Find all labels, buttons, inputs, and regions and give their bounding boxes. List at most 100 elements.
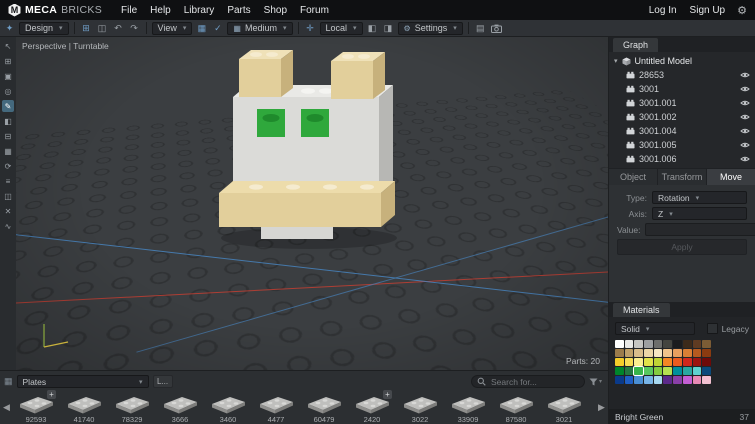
- login-link[interactable]: Log In: [649, 5, 677, 16]
- copy-icon[interactable]: ◧: [366, 22, 379, 35]
- type-dropdown[interactable]: Rotation: [652, 191, 747, 204]
- visibility-eye-icon[interactable]: [740, 155, 750, 163]
- mecabricks-logo[interactable]: M MECA BRICKS: [8, 3, 102, 17]
- part-card[interactable]: + 60479: [300, 390, 348, 424]
- part-card[interactable]: + 87580: [492, 390, 540, 424]
- color-swatch[interactable]: [624, 358, 634, 366]
- color-swatch[interactable]: [653, 349, 663, 357]
- color-swatch[interactable]: [615, 349, 624, 357]
- color-swatch[interactable]: [663, 349, 673, 357]
- tree-item-row[interactable]: 3001: [609, 82, 755, 96]
- color-swatch[interactable]: [634, 349, 644, 357]
- add-brick-icon[interactable]: ⊞: [80, 22, 93, 35]
- value-input[interactable]: [645, 223, 755, 236]
- color-swatch[interactable]: [702, 376, 711, 384]
- color-swatch[interactable]: [644, 376, 653, 384]
- parts-search-input[interactable]: [488, 375, 579, 388]
- part-card[interactable]: + 78329: [108, 390, 156, 424]
- color-swatch[interactable]: [653, 376, 663, 384]
- add-part-tool-icon[interactable]: ⊞: [2, 55, 14, 67]
- color-swatch[interactable]: [653, 340, 663, 348]
- visibility-eye-icon[interactable]: [740, 141, 750, 149]
- tab-transform[interactable]: Transform: [658, 169, 706, 185]
- panel-layout-icon[interactable]: ▤: [474, 22, 487, 35]
- settings-dropdown[interactable]: ⚙ Settings: [397, 21, 463, 35]
- color-swatch[interactable]: [692, 349, 702, 357]
- color-swatch[interactable]: [624, 349, 634, 357]
- account-gear-icon[interactable]: ⚙: [737, 4, 747, 17]
- tab-move[interactable]: Move: [707, 169, 755, 185]
- select-tool-icon[interactable]: ↖: [2, 40, 14, 52]
- color-swatch[interactable]: [644, 358, 653, 366]
- add-variant-icon[interactable]: +: [383, 390, 392, 399]
- color-swatch[interactable]: [702, 349, 711, 357]
- finish-dropdown[interactable]: Solid: [615, 322, 696, 335]
- tree-root-row[interactable]: ▾ Untitled Model: [609, 54, 755, 68]
- visibility-eye-icon[interactable]: [740, 71, 750, 79]
- delete-tool-icon[interactable]: ✕: [2, 205, 14, 217]
- color-swatch[interactable]: [682, 358, 692, 366]
- parts-category-dropdown[interactable]: Plates: [16, 375, 149, 388]
- menu-library[interactable]: Library: [184, 5, 215, 16]
- add-variant-icon[interactable]: +: [47, 390, 56, 399]
- color-swatch[interactable]: [692, 340, 702, 348]
- color-swatch[interactable]: [673, 367, 682, 375]
- color-swatch[interactable]: [673, 349, 682, 357]
- color-swatch[interactable]: [644, 340, 653, 348]
- color-swatch[interactable]: [702, 367, 711, 375]
- color-swatch[interactable]: [673, 376, 682, 384]
- scroll-right-button[interactable]: ▶: [596, 390, 607, 424]
- part-card[interactable]: + 3021: [540, 390, 588, 424]
- color-swatch[interactable]: [615, 358, 624, 366]
- color-swatch[interactable]: [634, 358, 644, 366]
- part-card[interactable]: + 3666: [156, 390, 204, 424]
- menu-forum[interactable]: Forum: [300, 5, 329, 16]
- color-swatch[interactable]: [624, 340, 634, 348]
- color-swatch[interactable]: [634, 340, 644, 348]
- color-swatch[interactable]: [624, 376, 634, 384]
- visibility-eye-icon[interactable]: [740, 127, 750, 135]
- color-swatch[interactable]: [663, 367, 673, 375]
- transform-axes-icon[interactable]: ✛: [304, 22, 317, 35]
- part-card[interactable]: + 4477: [252, 390, 300, 424]
- paint-tool-icon[interactable]: ✎: [2, 100, 14, 112]
- part-card[interactable]: + 33909: [444, 390, 492, 424]
- scroll-left-button[interactable]: ◀: [1, 390, 12, 424]
- color-swatch[interactable]: [682, 367, 692, 375]
- grid-size-dropdown[interactable]: ▦ Medium: [227, 21, 293, 35]
- color-swatch[interactable]: [682, 340, 692, 348]
- list-toggle-button[interactable]: L...: [152, 375, 173, 388]
- view-dropdown[interactable]: View: [151, 21, 193, 35]
- color-swatch[interactable]: [615, 340, 624, 348]
- grid-toggle-icon[interactable]: ▦: [195, 22, 208, 35]
- menu-shop[interactable]: Shop: [264, 5, 287, 16]
- color-swatch[interactable]: [644, 367, 653, 375]
- color-swatch[interactable]: [653, 367, 663, 375]
- target-tool-icon[interactable]: ◎: [2, 85, 14, 97]
- color-swatch[interactable]: [633, 366, 645, 376]
- paste-icon[interactable]: ◨: [382, 22, 395, 35]
- menu-parts[interactable]: Parts: [227, 5, 250, 16]
- viewport-canvas[interactable]: Perspective | Turntable Parts: 20: [16, 37, 608, 370]
- tree-item-row[interactable]: 3001.002: [609, 110, 755, 124]
- mirror-tool-icon[interactable]: ◫: [2, 190, 14, 202]
- split-tool-icon[interactable]: ◧: [2, 115, 14, 127]
- color-swatch[interactable]: [673, 340, 682, 348]
- menu-file[interactable]: File: [121, 5, 137, 16]
- tree-item-row[interactable]: 3001.006: [609, 152, 755, 166]
- color-swatch[interactable]: [663, 376, 673, 384]
- color-swatch[interactable]: [615, 367, 624, 375]
- signup-link[interactable]: Sign Up: [690, 5, 726, 16]
- visibility-eye-icon[interactable]: [740, 113, 750, 121]
- rotate-tool-icon[interactable]: ⟳: [2, 160, 14, 172]
- color-swatch[interactable]: [682, 349, 692, 357]
- collapse-caret-icon[interactable]: ▾: [614, 57, 618, 65]
- flex-tool-icon[interactable]: ∿: [2, 220, 14, 232]
- tree-item-row[interactable]: 28653: [609, 68, 755, 82]
- part-card[interactable]: + 3022: [396, 390, 444, 424]
- box-select-tool-icon[interactable]: ▣: [2, 70, 14, 82]
- color-swatch[interactable]: [692, 367, 702, 375]
- remove-tool-icon[interactable]: ⊟: [2, 130, 14, 142]
- design-mode-dropdown[interactable]: Design: [19, 21, 69, 35]
- coordinate-space-dropdown[interactable]: Local: [319, 21, 363, 35]
